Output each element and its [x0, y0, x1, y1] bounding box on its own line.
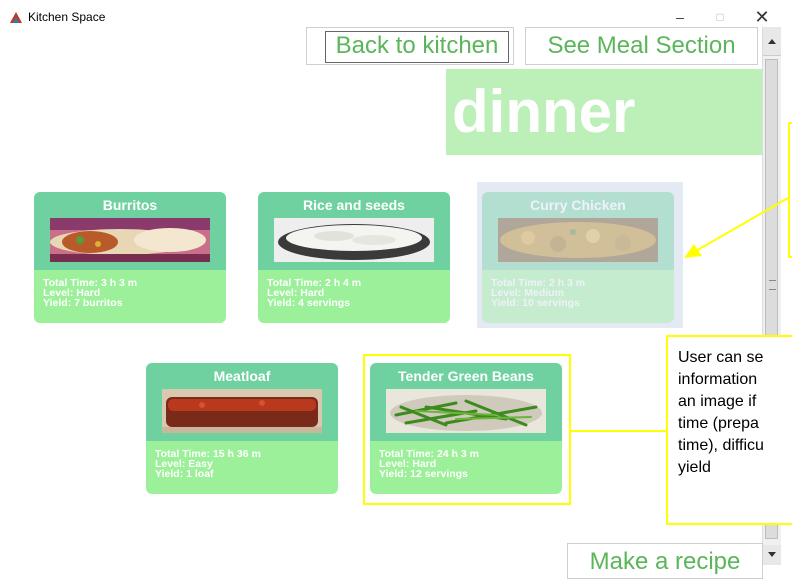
- scroll-up-arrow-icon[interactable]: [763, 27, 781, 56]
- annotation-text: User can se information an image if time…: [678, 347, 792, 479]
- app-icon: [8, 9, 24, 25]
- annotation-connector-line: [571, 430, 666, 432]
- card-info: Total Time: 2 h 3 m Level: Medium Yield:…: [491, 278, 585, 309]
- annotation-line: yield: [678, 459, 711, 476]
- back-to-kitchen-label: Back to kitchen: [325, 31, 509, 63]
- curry-image: [498, 218, 658, 262]
- meal-type-banner: dinner: [446, 69, 763, 155]
- recipe-card-curry-chicken[interactable]: Curry Chicken Total Time: 2 h 3 m Level:…: [482, 192, 674, 323]
- see-meal-section-button[interactable]: See Meal Section: [525, 27, 758, 65]
- annotation-line: an image if: [678, 393, 757, 410]
- make-a-recipe-button[interactable]: Make a recipe: [567, 543, 763, 579]
- card-info: Total Time: 2 h 4 m Level: Hard Yield: 4…: [267, 278, 361, 309]
- scroll-down-arrow-icon[interactable]: [763, 545, 781, 565]
- annotation-highlight-box: [363, 354, 571, 505]
- window-title: Kitchen Space: [28, 10, 106, 24]
- card-info: Total Time: 15 h 36 m Level: Easy Yield:…: [155, 449, 261, 480]
- card-title: Curry Chicken: [530, 197, 626, 213]
- recipe-card-meatloaf[interactable]: Meatloaf Total Time: 15 h 36 m Level: Ea…: [146, 363, 338, 494]
- recipe-card-burritos[interactable]: Burritos Total Time: 3 h 3 m Level: Hard…: [34, 192, 226, 323]
- card-yield: Yield: 4 servings: [267, 297, 351, 309]
- annotation-line: time (prepa: [678, 415, 759, 432]
- recipe-card-rice-and-seeds[interactable]: Rice and seeds Total Time: 2 h 4 m Level…: [258, 192, 450, 323]
- scroll-grip-icon: [769, 280, 776, 290]
- meal-type-label: dinner: [452, 78, 636, 145]
- annotation-line: User can se: [678, 349, 764, 366]
- annotation-line: time), difficu: [678, 437, 764, 454]
- card-yield: Yield: 7 burritos: [43, 297, 123, 309]
- card-info: Total Time: 3 h 3 m Level: Hard Yield: 7…: [43, 278, 137, 309]
- annotation-arrow-icon: [684, 197, 789, 258]
- rice-image: [274, 218, 434, 262]
- burrito-image: [50, 218, 210, 262]
- card-yield: Yield: 10 servings: [491, 297, 580, 309]
- meatloaf-image: [162, 389, 322, 433]
- card-yield: Yield: 1 loaf: [155, 468, 214, 480]
- back-to-kitchen-button[interactable]: Back to kitchen: [306, 27, 514, 65]
- card-title: Meatloaf: [213, 368, 271, 384]
- card-title: Burritos: [102, 197, 158, 213]
- annotation-callout: User can se information an image if time…: [666, 335, 792, 525]
- card-title: Rice and seeds: [303, 197, 405, 213]
- annotation-line: information: [678, 371, 758, 388]
